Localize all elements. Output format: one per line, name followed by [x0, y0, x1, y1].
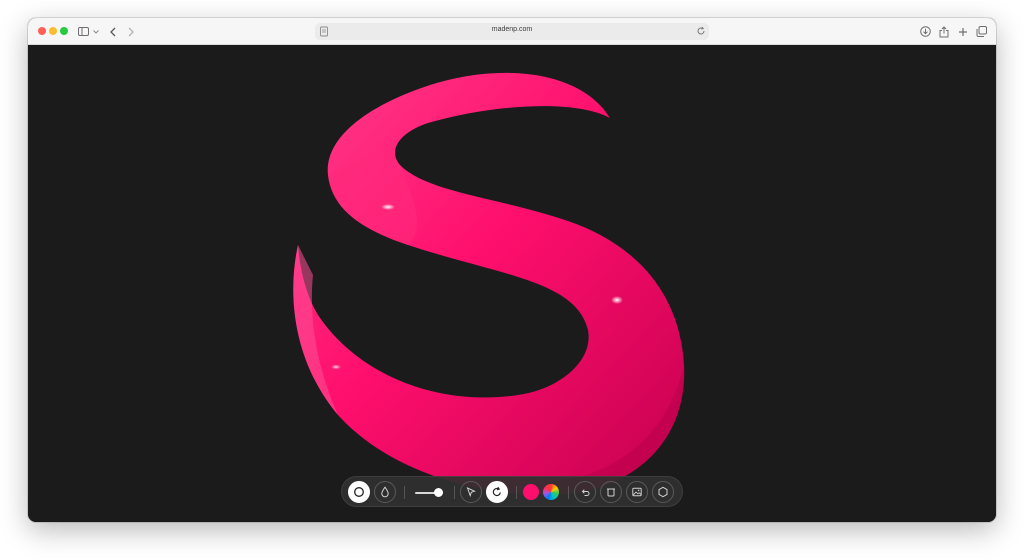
share-icon[interactable]	[938, 24, 950, 39]
minimize-window-button[interactable]	[49, 27, 57, 35]
drop-icon[interactable]	[374, 481, 396, 503]
pink-s-shape[interactable]	[293, 72, 685, 496]
close-window-button[interactable]	[38, 27, 46, 35]
brush-size-slider-thumb[interactable]	[434, 488, 444, 497]
browser-window: madenp.com	[28, 18, 996, 522]
color-swatch[interactable]	[523, 484, 539, 500]
zoom-window-button[interactable]	[60, 27, 68, 35]
3d-scene[interactable]	[28, 45, 996, 522]
new-tab-icon[interactable]	[957, 24, 969, 39]
chevron-down-icon[interactable]	[92, 24, 100, 39]
reload-icon[interactable]	[696, 26, 706, 36]
color-wheel-icon[interactable]	[543, 484, 559, 500]
back-icon[interactable]	[108, 24, 118, 39]
toolbar-divider	[568, 486, 569, 499]
download-icon[interactable]	[919, 24, 931, 39]
rotate-icon[interactable]	[486, 481, 508, 503]
browser-titlebar: madenp.com	[28, 18, 996, 45]
toolbar-divider	[404, 486, 405, 499]
delete-icon[interactable]	[600, 481, 622, 503]
circle-brush-icon[interactable]	[348, 481, 370, 503]
drawing-toolbar	[341, 476, 683, 507]
toolbar-divider	[516, 486, 517, 499]
sidebar-icon[interactable]	[77, 24, 89, 39]
select-arrow-icon[interactable]	[460, 481, 482, 503]
hexagon-icon[interactable]	[652, 481, 674, 503]
forward-icon[interactable]	[126, 24, 136, 39]
toolbar-divider	[454, 486, 455, 499]
webpage-canvas[interactable]	[28, 45, 996, 522]
undo-icon[interactable]	[574, 481, 596, 503]
tabs-overview-icon[interactable]	[975, 24, 987, 39]
address-url: madenp.com	[491, 26, 533, 33]
image-icon[interactable]	[626, 481, 648, 503]
address-bar[interactable]: madenp.com	[315, 23, 709, 40]
